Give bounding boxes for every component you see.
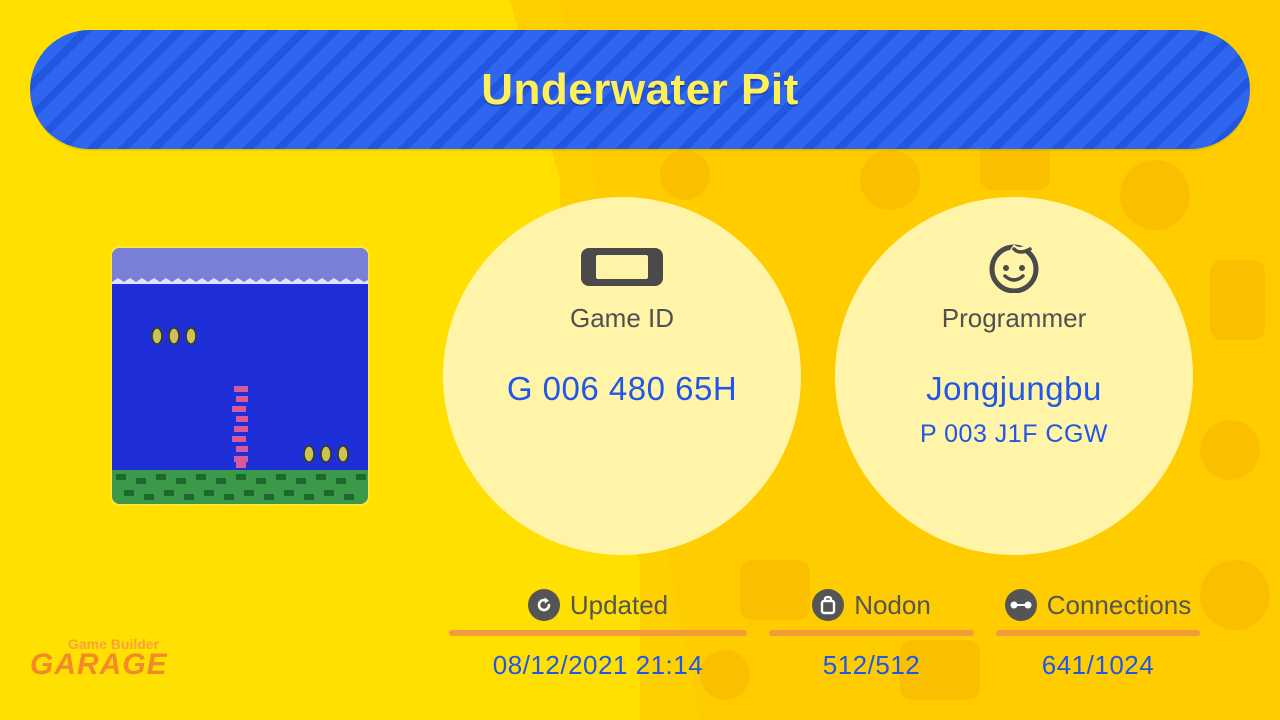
programmer-label: Programmer <box>941 303 1087 333</box>
game-thumbnail <box>112 248 368 504</box>
background-decoration <box>660 150 710 200</box>
face-icon <box>986 244 1042 293</box>
connections-label: Connections <box>1046 589 1192 620</box>
stat-updated: Updated 08/12/2021 21:14 <box>449 588 747 681</box>
game-id-value: G 006 480 65H <box>506 370 738 407</box>
stat-connections: Connections 641/1024 <box>996 588 1200 681</box>
programmer-name: Jongjungbu <box>926 370 1102 407</box>
background-decoration <box>1200 420 1260 480</box>
background-decoration <box>1120 160 1190 230</box>
bag-icon <box>812 589 845 621</box>
nodon-value: 512/512 <box>822 650 921 680</box>
connections-divider <box>996 630 1200 636</box>
programmer-panel: Programmer Jongjungbu P 003 J1F CGW <box>835 197 1193 555</box>
nodon-divider <box>769 630 974 636</box>
thumbnail-image <box>112 248 368 504</box>
updated-label: Updated <box>569 589 669 620</box>
game-builder-garage-logo: Game Builder GARAGE <box>30 634 170 684</box>
title-banner: Underwater Pit <box>30 30 1250 149</box>
updated-divider <box>449 630 747 636</box>
background-decoration <box>1200 560 1270 630</box>
stat-nodon: Nodon 512/512 <box>769 588 974 681</box>
game-title: Underwater Pit <box>481 64 799 114</box>
refresh-icon <box>527 589 560 621</box>
background-decoration <box>1210 260 1265 340</box>
updated-value: 08/12/2021 21:14 <box>492 650 704 680</box>
connections-value: 641/1024 <box>1041 650 1155 680</box>
logo-line2: GARAGE <box>30 648 168 681</box>
connection-icon <box>1004 589 1037 621</box>
handheld-console-icon <box>580 245 664 289</box>
game-id-panel: Game ID G 006 480 65H <box>443 197 801 555</box>
nodon-label: Nodon <box>854 589 931 620</box>
game-id-label: Game ID <box>569 303 675 333</box>
background-decoration <box>860 150 920 210</box>
programmer-id: P 003 J1F CGW <box>919 420 1109 448</box>
